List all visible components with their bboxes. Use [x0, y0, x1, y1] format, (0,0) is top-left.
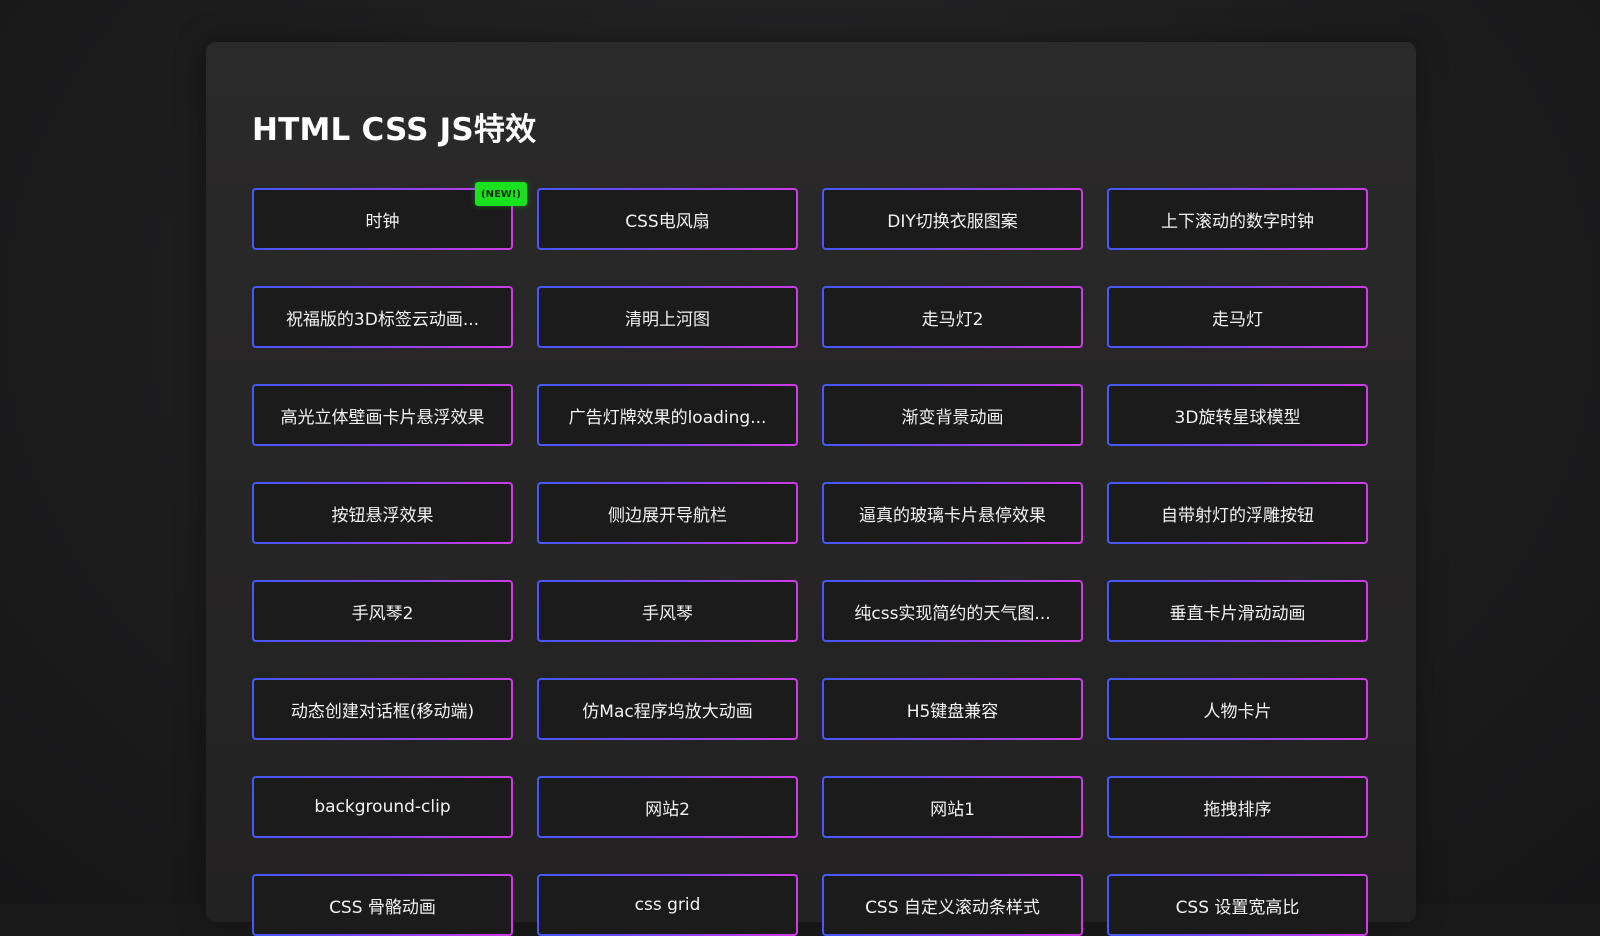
effect-label: 网站2	[645, 799, 690, 820]
effect-link[interactable]: 网站1	[822, 776, 1083, 838]
effect-label: CSS 自定义滚动条样式	[865, 897, 1040, 918]
effect-label: 侧边展开导航栏	[608, 505, 727, 526]
effect-link[interactable]: DIY切换衣服图案	[822, 188, 1083, 250]
effect-label: 渐变背景动画	[901, 407, 1004, 428]
effect-label: 上下滚动的数字时钟	[1161, 211, 1314, 232]
effect-link[interactable]: 按钮悬浮效果	[252, 482, 513, 544]
effect-label: 自带射灯的浮雕按钮	[1161, 505, 1314, 526]
effect-label: 拖拽排序	[1203, 799, 1272, 820]
effect-link[interactable]: CSS 设置宽高比	[1107, 874, 1368, 936]
effect-label: 人物卡片	[1203, 701, 1272, 722]
effect-link[interactable]: 仿Mac程序坞放大动画	[537, 678, 798, 740]
effect-label: 按钮悬浮效果	[331, 505, 434, 526]
effect-label: 手风琴2	[351, 603, 414, 624]
effects-grid: 时钟 (NEW!) CSS电风扇 DIY切换衣服图案 上下滚动的数字时钟 祝福版的…	[252, 182, 1368, 936]
effect-link[interactable]: 走马灯2	[822, 286, 1083, 348]
effect-label: 网站1	[930, 799, 975, 820]
effect-label: 走马灯	[1212, 309, 1263, 330]
effect-link[interactable]: 纯css实现简约的天气图...	[822, 580, 1083, 642]
effect-link[interactable]: css grid	[537, 874, 798, 936]
effect-link[interactable]: 拖拽排序	[1107, 776, 1368, 838]
effect-link[interactable]: H5键盘兼容	[822, 678, 1083, 740]
effect-link[interactable]: CSS 自定义滚动条样式	[822, 874, 1083, 936]
effect-link[interactable]: 上下滚动的数字时钟	[1107, 188, 1368, 250]
effect-label: CSS电风扇	[625, 211, 710, 232]
effect-link[interactable]: 垂直卡片滑动动画	[1107, 580, 1368, 642]
page-title: HTML CSS JS特效	[252, 112, 537, 148]
effect-label: background-clip	[314, 797, 451, 817]
effect-label: 广告灯牌效果的loading...	[568, 407, 767, 428]
new-badge: (NEW!)	[475, 182, 527, 206]
effect-label: 祝福版的3D标签云动画...	[285, 309, 480, 330]
effect-label: 纯css实现简约的天气图...	[854, 603, 1051, 624]
effect-label: css grid	[634, 895, 701, 915]
effect-link[interactable]: 手风琴	[537, 580, 798, 642]
effect-link[interactable]: 祝福版的3D标签云动画...	[252, 286, 513, 348]
effect-link[interactable]: 时钟 (NEW!)	[252, 182, 527, 250]
effect-label: 手风琴	[642, 603, 693, 624]
effect-link[interactable]: 清明上河图	[537, 286, 798, 348]
effect-link[interactable]: 广告灯牌效果的loading...	[537, 384, 798, 446]
effect-label: 高光立体壁画卡片悬浮效果	[280, 407, 485, 428]
effect-label: H5键盘兼容	[906, 701, 999, 722]
effect-link[interactable]: 动态创建对话框(移动端)	[252, 678, 513, 740]
effect-link[interactable]: 侧边展开导航栏	[537, 482, 798, 544]
effect-label: CSS 设置宽高比	[1175, 897, 1300, 918]
effect-label: 逼真的玻璃卡片悬停效果	[859, 505, 1046, 526]
content-panel: HTML CSS JS特效 时钟 (NEW!) CSS电风扇 DIY切换衣服图案 …	[206, 42, 1416, 934]
effect-label: 清明上河图	[625, 309, 710, 330]
effect-link[interactable]: 手风琴2	[252, 580, 513, 642]
effect-link[interactable]: CSS 骨骼动画	[252, 874, 513, 936]
effect-link[interactable]: 人物卡片	[1107, 678, 1368, 740]
effect-label: 动态创建对话框(移动端)	[290, 701, 475, 722]
effect-link[interactable]: 3D旋转星球模型	[1107, 384, 1368, 446]
effect-link[interactable]: CSS电风扇	[537, 188, 798, 250]
effect-link[interactable]: 自带射灯的浮雕按钮	[1107, 482, 1368, 544]
effect-link[interactable]: 高光立体壁画卡片悬浮效果	[252, 384, 513, 446]
effect-link[interactable]: 逼真的玻璃卡片悬停效果	[822, 482, 1083, 544]
effect-link[interactable]: 网站2	[537, 776, 798, 838]
effect-label: 垂直卡片滑动动画	[1169, 603, 1306, 624]
effect-link[interactable]: 渐变背景动画	[822, 384, 1083, 446]
effect-label: 时钟	[365, 211, 400, 232]
effect-label: 3D旋转星球模型	[1174, 407, 1301, 428]
effect-link[interactable]: background-clip	[252, 776, 513, 838]
effect-label: CSS 骨骼动画	[329, 897, 436, 918]
effect-label: DIY切换衣服图案	[887, 211, 1018, 232]
effect-label: 仿Mac程序坞放大动画	[582, 701, 753, 722]
effect-label: 走马灯2	[921, 309, 984, 330]
effect-link[interactable]: 走马灯	[1107, 286, 1368, 348]
